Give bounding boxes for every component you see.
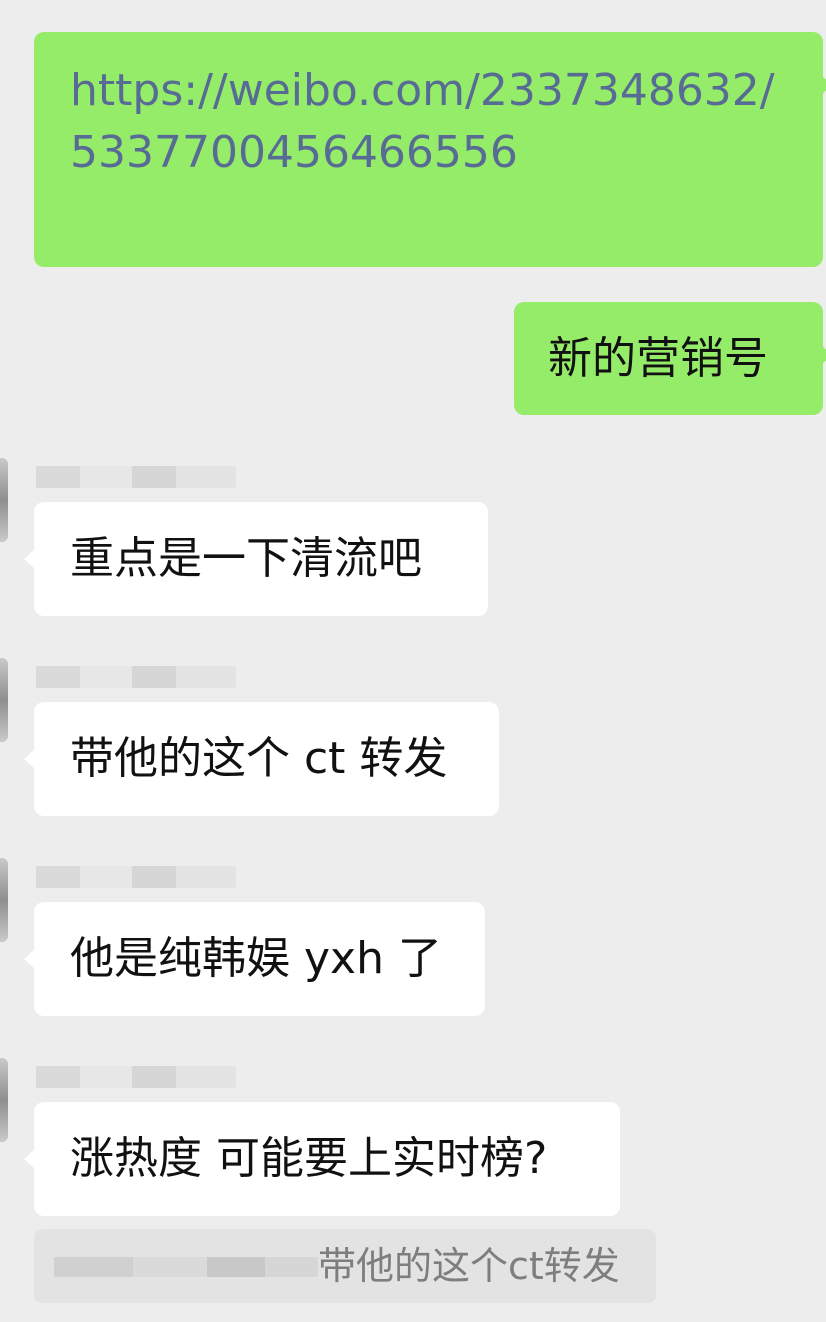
sender-name-blurred bbox=[36, 866, 236, 888]
sender-name-blurred bbox=[36, 466, 236, 488]
avatar[interactable] bbox=[0, 1058, 8, 1142]
message-text: 他是纯韩娱 yxh 了 bbox=[70, 933, 442, 984]
incoming-message[interactable]: 他是纯韩娱 yxh 了 bbox=[24, 902, 485, 1016]
incoming-message[interactable]: 重点是一下清流吧 bbox=[24, 502, 488, 616]
quote-text: 带他的这个ct转发 bbox=[318, 1244, 620, 1288]
avatar[interactable] bbox=[0, 858, 8, 942]
incoming-message[interactable]: 涨热度 可能要上实时榜? bbox=[24, 1102, 620, 1216]
outgoing-message-link[interactable]: https://weibo.com/2337348632/53377004564… bbox=[34, 32, 826, 267]
quoted-reply[interactable]: 带他的这个ct转发 bbox=[34, 1229, 656, 1303]
outgoing-message[interactable]: 新的营销号 bbox=[514, 302, 826, 415]
message-link[interactable]: https://weibo.com/2337348632/53377004564… bbox=[70, 65, 775, 178]
avatar[interactable] bbox=[0, 658, 8, 742]
message-text: 重点是一下清流吧 bbox=[70, 533, 422, 584]
sender-name-blurred bbox=[36, 666, 236, 688]
message-text: 带他的这个 ct 转发 bbox=[70, 733, 448, 784]
avatar[interactable] bbox=[0, 458, 8, 542]
incoming-message[interactable]: 带他的这个 ct 转发 bbox=[24, 702, 499, 816]
message-text: 新的营销号 bbox=[548, 333, 768, 384]
message-text: 涨热度 可能要上实时榜? bbox=[70, 1133, 548, 1184]
sender-name-blurred bbox=[36, 1066, 236, 1088]
quote-sender-blurred bbox=[54, 1257, 318, 1277]
